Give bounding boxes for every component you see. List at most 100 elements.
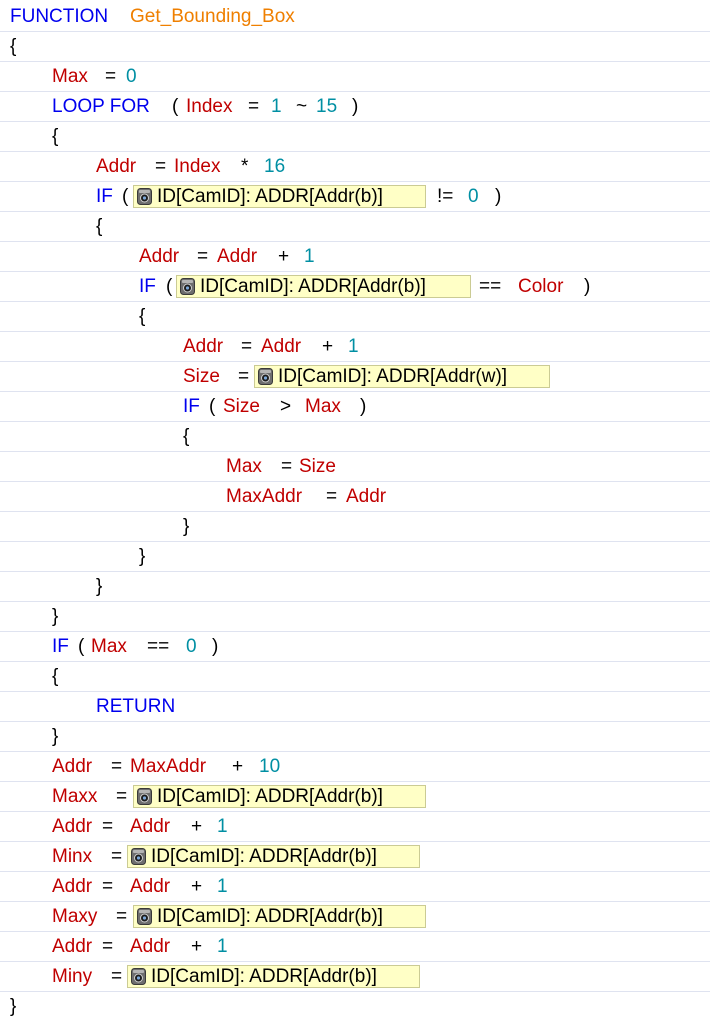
variable-token: Size	[299, 456, 336, 477]
code-line[interactable]: {	[0, 32, 710, 62]
operator-token: =	[116, 906, 128, 927]
device-read-label: ID[CamID]: ADDR[Addr(b)]	[200, 276, 426, 297]
operator-token: }	[10, 996, 17, 1017]
device-read-label: ID[CamID]: ADDR[Addr(w)]	[278, 366, 508, 387]
operator-token: +	[278, 246, 290, 267]
code-line[interactable]: Addr = Index * 16	[0, 152, 710, 182]
code-line[interactable]: }	[0, 572, 710, 602]
camera-icon	[131, 968, 146, 985]
number-token: 1	[304, 246, 315, 267]
code-line[interactable]: {	[0, 662, 710, 692]
code-line[interactable]: Addr = Addr +1	[0, 812, 710, 842]
operator-token: +	[191, 876, 203, 897]
device-read-block[interactable]: ID[CamID]: ADDR[Addr(b)]	[176, 275, 471, 298]
code-line[interactable]: Addr = Addr +1	[0, 872, 710, 902]
code-line[interactable]: Max = 0	[0, 62, 710, 92]
code-line[interactable]: Size = ID[CamID]: ADDR[Addr(w)]	[0, 362, 710, 392]
code-line[interactable]: Addr = Addr +1	[0, 332, 710, 362]
code-line[interactable]: {	[0, 122, 710, 152]
variable-token: Size	[223, 396, 260, 417]
number-token: 15	[316, 96, 338, 117]
operator-token: (	[172, 96, 179, 117]
operator-token: {	[183, 426, 190, 447]
code-line[interactable]: Minx = ID[CamID]: ADDR[Addr(b)]	[0, 842, 710, 872]
code-line[interactable]: Addr = Addr +1	[0, 242, 710, 272]
code-line[interactable]: }	[0, 512, 710, 542]
number-token: 1	[217, 876, 228, 897]
operator-token: =	[111, 846, 123, 867]
code-line[interactable]: }	[0, 542, 710, 572]
code-line[interactable]: IF (Size > Max)	[0, 392, 710, 422]
operator-token: =	[102, 876, 114, 897]
device-read-label: ID[CamID]: ADDR[Addr(b)]	[157, 186, 383, 207]
code-line[interactable]: }	[0, 602, 710, 632]
device-read-block[interactable]: ID[CamID]: ADDR[Addr(b)]	[133, 785, 426, 808]
code-line[interactable]: MaxAddr = Addr	[0, 482, 710, 512]
code-line[interactable]: Maxx = ID[CamID]: ADDR[Addr(b)]	[0, 782, 710, 812]
code-line[interactable]: LOOP FOR (Index = 1 ~15)	[0, 92, 710, 122]
variable-token: Index	[174, 156, 221, 177]
operator-token: =	[197, 246, 209, 267]
operator-token: +	[232, 756, 244, 777]
operator-token: >	[280, 396, 292, 417]
code-line[interactable]: Miny = ID[CamID]: ADDR[Addr(b)]	[0, 962, 710, 992]
operator-token: )	[212, 636, 219, 657]
device-read-block[interactable]: ID[CamID]: ADDR[Addr(w)]	[254, 365, 550, 388]
operator-token: (	[209, 396, 216, 417]
device-read-label: ID[CamID]: ADDR[Addr(b)]	[151, 846, 377, 867]
code-line[interactable]: IF (Max == 0)	[0, 632, 710, 662]
operator-token: {	[52, 126, 59, 147]
number-token: 10	[259, 756, 281, 777]
operator-token: }	[183, 516, 190, 537]
operator-token: (	[78, 636, 85, 657]
device-read-block[interactable]: ID[CamID]: ADDR[Addr(b)]	[127, 845, 420, 868]
code-line[interactable]: RETURN	[0, 692, 710, 722]
device-read-label: ID[CamID]: ADDR[Addr(b)]	[151, 966, 377, 987]
code-line[interactable]: FUNCTION Get_Bounding_Box	[0, 2, 710, 32]
camera-icon	[137, 788, 152, 805]
operator-token: =	[105, 66, 117, 87]
code-line[interactable]: Maxy = ID[CamID]: ADDR[Addr(b)]	[0, 902, 710, 932]
code-editor: FUNCTION Get_Bounding_Box{Max = 0 LOOP FOR(I…	[0, 0, 710, 1023]
camera-icon	[258, 368, 273, 385]
operator-token: )	[360, 396, 367, 417]
code-line[interactable]: }	[0, 992, 710, 1022]
operator-token: +	[322, 336, 334, 357]
code-line[interactable]: {	[0, 422, 710, 452]
operator-token: =	[241, 336, 253, 357]
code-line[interactable]: {	[0, 302, 710, 332]
operator-token: }	[52, 606, 59, 627]
operator-token: =	[248, 96, 260, 117]
variable-token: Addr	[130, 816, 171, 837]
variable-token: Color	[518, 276, 564, 297]
operator-token: }	[96, 576, 103, 597]
keyword-token: IF	[96, 186, 113, 207]
device-read-block[interactable]: ID[CamID]: ADDR[Addr(b)]	[133, 185, 426, 208]
operator-token: =	[281, 456, 293, 477]
variable-token: Addr	[130, 936, 171, 957]
code-line[interactable]: Addr = Addr +1	[0, 932, 710, 962]
variable-token: Max	[226, 456, 262, 477]
code-line[interactable]: Max = Size	[0, 452, 710, 482]
number-token: 0	[186, 636, 197, 657]
keyword-token: FUNCTION	[10, 6, 109, 27]
code-line[interactable]: }	[0, 722, 710, 752]
device-read-block[interactable]: ID[CamID]: ADDR[Addr(b)]	[127, 965, 420, 988]
variable-token: Index	[186, 96, 233, 117]
operator-token: {	[52, 666, 59, 687]
operator-token: =	[116, 786, 128, 807]
device-read-block[interactable]: ID[CamID]: ADDR[Addr(b)]	[133, 905, 426, 928]
device-read-label: ID[CamID]: ADDR[Addr(b)]	[157, 906, 383, 927]
variable-token: Minx	[52, 846, 93, 867]
function-name-token: Get_Bounding_Box	[130, 6, 295, 27]
operator-token: +	[191, 936, 203, 957]
code-line[interactable]: Addr = MaxAddr +10	[0, 752, 710, 782]
code-line[interactable]: {	[0, 212, 710, 242]
code-line[interactable]: IF (ID[CamID]: ADDR[Addr(b)] == Color)	[0, 272, 710, 302]
operator-token: {	[96, 216, 103, 237]
keyword-token: LOOP FOR	[52, 96, 150, 117]
operator-token: ~	[296, 96, 308, 117]
code-line[interactable]: IF (ID[CamID]: ADDR[Addr(b)] != 0)	[0, 182, 710, 212]
variable-token: Addr	[183, 336, 224, 357]
variable-token: Addr	[52, 936, 93, 957]
